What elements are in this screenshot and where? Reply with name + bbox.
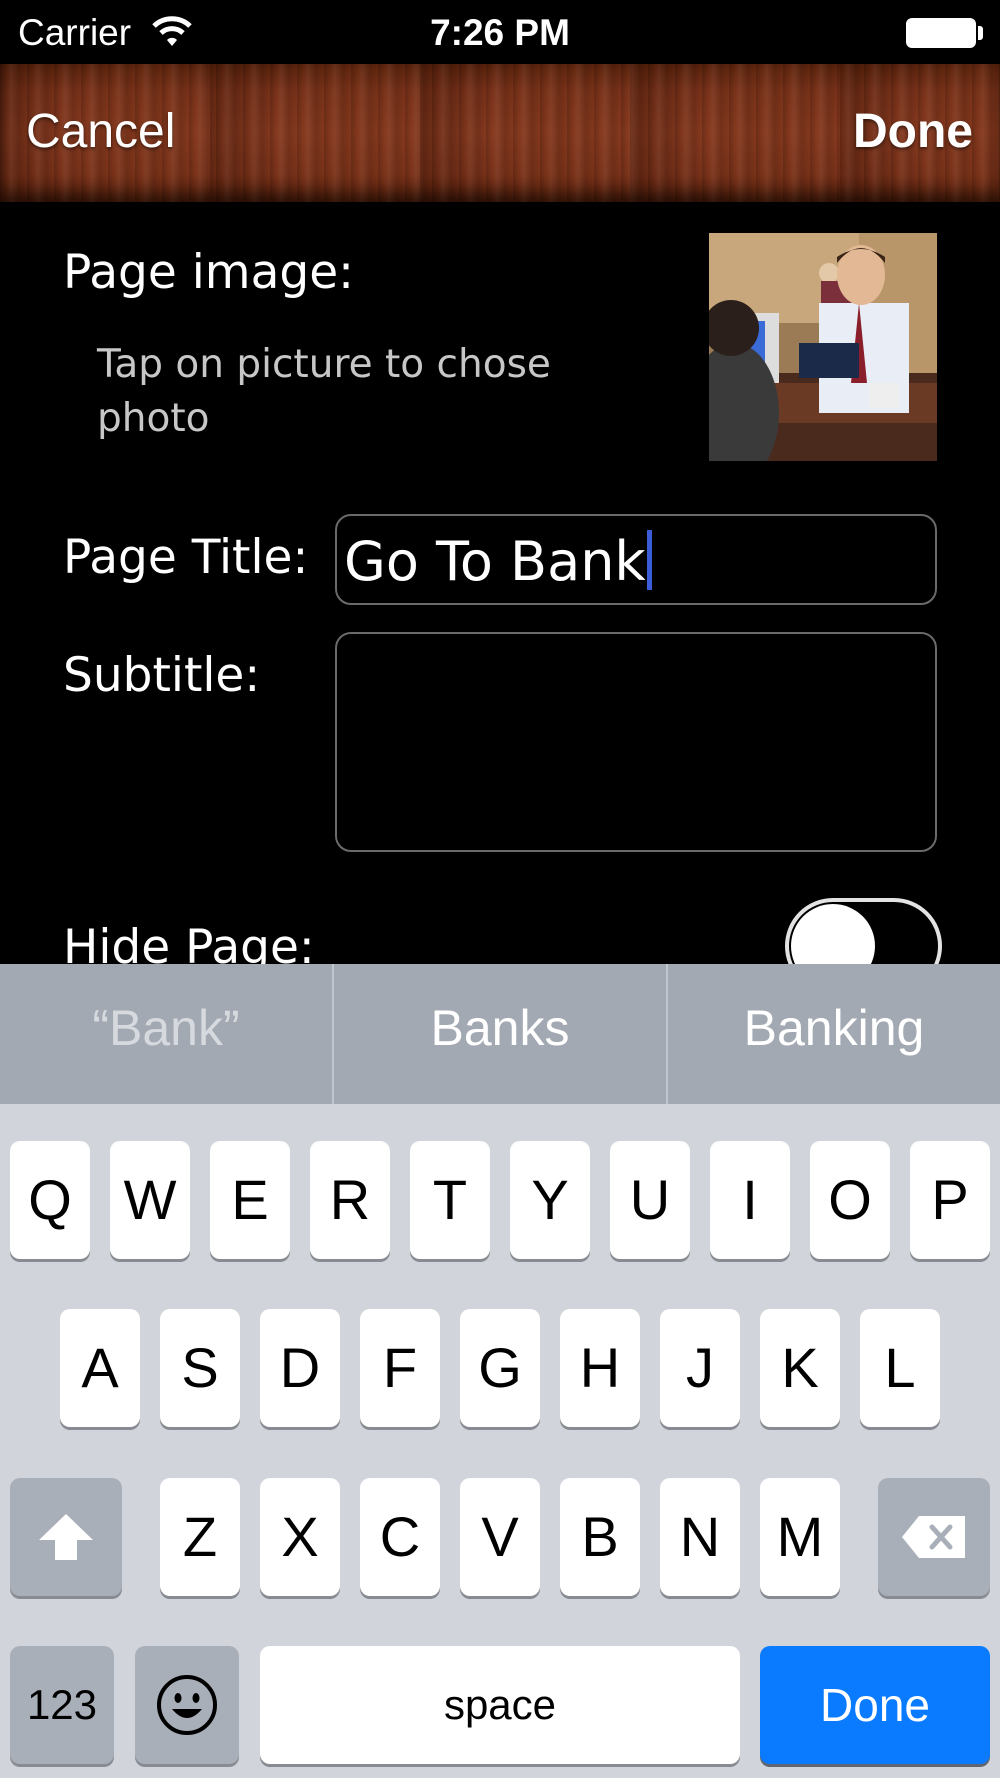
- key-h[interactable]: H: [560, 1309, 640, 1427]
- numbers-key[interactable]: 123: [10, 1646, 114, 1764]
- page-title-field[interactable]: Go To Bank: [335, 514, 937, 605]
- key-a[interactable]: A: [60, 1309, 140, 1427]
- key-v[interactable]: V: [460, 1478, 540, 1596]
- key-g[interactable]: G: [460, 1309, 540, 1427]
- bank-teller-photo: [709, 233, 937, 461]
- key-n[interactable]: N: [660, 1478, 740, 1596]
- status-time: 7:26 PM: [430, 12, 570, 53]
- key-c[interactable]: C: [360, 1478, 440, 1596]
- key-p[interactable]: P: [910, 1141, 990, 1259]
- page-image-hint: Tap on picture to chose photo: [97, 342, 551, 441]
- key-x[interactable]: X: [260, 1478, 340, 1596]
- key-s[interactable]: S: [160, 1309, 240, 1427]
- emoji-icon: [157, 1675, 217, 1735]
- suggestion-1[interactable]: “Bank”: [0, 964, 332, 1104]
- battery-tip: [978, 26, 983, 40]
- key-i[interactable]: I: [710, 1141, 790, 1259]
- key-e[interactable]: E: [210, 1141, 290, 1259]
- key-m[interactable]: M: [760, 1478, 840, 1596]
- shift-icon: [39, 1514, 93, 1560]
- key-q[interactable]: Q: [10, 1141, 90, 1259]
- key-t[interactable]: T: [410, 1141, 490, 1259]
- backspace-icon: [902, 1516, 965, 1558]
- navigation-bar: Cancel Done: [0, 64, 1000, 202]
- key-d[interactable]: D: [260, 1309, 340, 1427]
- key-j[interactable]: J: [660, 1309, 740, 1427]
- emoji-key[interactable]: [135, 1646, 239, 1764]
- page-image-label: Page image:: [63, 245, 354, 300]
- suggestion-2[interactable]: Banks: [334, 964, 666, 1104]
- key-u[interactable]: U: [610, 1141, 690, 1259]
- text-cursor: [646, 530, 652, 590]
- key-y[interactable]: Y: [510, 1141, 590, 1259]
- cancel-button[interactable]: Cancel: [26, 104, 175, 159]
- key-b[interactable]: B: [560, 1478, 640, 1596]
- key-f[interactable]: F: [360, 1309, 440, 1427]
- delete-key[interactable]: [878, 1478, 990, 1596]
- key-z[interactable]: Z: [160, 1478, 240, 1596]
- battery-icon: [906, 18, 976, 48]
- key-w[interactable]: W: [110, 1141, 190, 1259]
- page-title-label: Page Title:: [63, 530, 309, 585]
- keyboard-done-key[interactable]: Done: [760, 1646, 990, 1764]
- shift-key[interactable]: [10, 1478, 122, 1596]
- done-button[interactable]: Done: [853, 104, 973, 159]
- key-r[interactable]: R: [310, 1141, 390, 1259]
- page-image-thumbnail[interactable]: [709, 233, 937, 461]
- key-k[interactable]: K: [760, 1309, 840, 1427]
- status-bar: Carrier 7:26 PM: [0, 0, 1000, 64]
- page-title-value: Go To Bank: [344, 530, 646, 593]
- key-o[interactable]: O: [810, 1141, 890, 1259]
- subtitle-field[interactable]: [335, 632, 937, 852]
- keyboard: “Bank” Banks Banking Q W E R T Y U I O P…: [0, 964, 1000, 1778]
- subtitle-label: Subtitle:: [63, 648, 261, 703]
- suggestion-bar: “Bank” Banks Banking: [0, 964, 1000, 1104]
- key-l[interactable]: L: [860, 1309, 940, 1427]
- space-key[interactable]: space: [260, 1646, 740, 1764]
- suggestion-3[interactable]: Banking: [668, 964, 1000, 1104]
